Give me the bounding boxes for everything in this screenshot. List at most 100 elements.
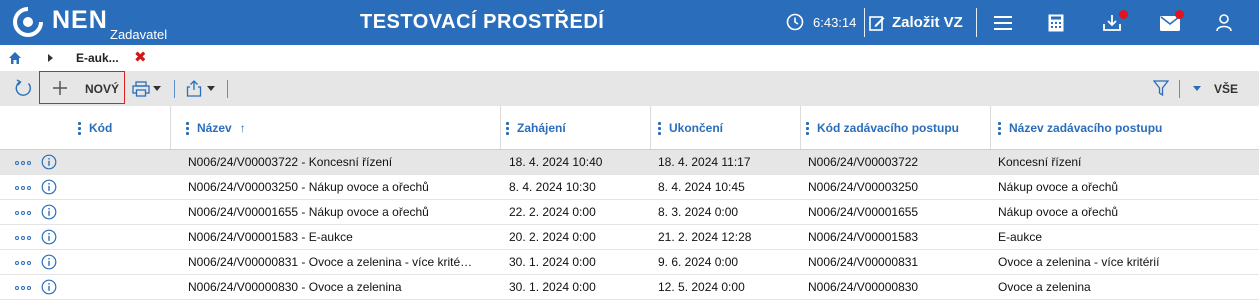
column-header-nazev[interactable]: Název ↑ (186, 106, 246, 150)
cell-nazev-postupu: Nákup ovoce a ořechů (998, 205, 1119, 219)
cell-kod-postupu: N006/24/V00003250 (808, 180, 919, 194)
info-icon[interactable] (41, 279, 57, 295)
close-tab-icon[interactable]: ✖ (134, 48, 147, 66)
divider (976, 8, 977, 37)
column-header-kod-postupu[interactable]: Kód zadávacího postupu (806, 106, 959, 150)
menu-icon (994, 16, 1012, 30)
table-header: Kód Název ↑ Zahájení Ukončení Kód zadáva… (0, 106, 1259, 150)
chevron-down-icon (1193, 86, 1201, 91)
cell-kod-postupu: N006/24/V00001655 (808, 205, 919, 219)
calculator-button[interactable] (1043, 10, 1069, 36)
new-button[interactable]: NOVÝ (39, 71, 125, 104)
table-row[interactable]: N006/24/V00001583 - E-aukce 20. 2. 2024 0… (0, 225, 1259, 250)
cell-nazev: N006/24/V00003250 - Nákup ovoce a ořechů (188, 180, 429, 194)
new-button-label: NOVÝ (85, 82, 120, 96)
info-icon[interactable] (41, 229, 57, 245)
home-icon[interactable] (8, 51, 22, 65)
column-header-ukonceni[interactable]: Ukončení (658, 106, 723, 150)
column-menu-icon[interactable] (78, 121, 81, 135)
column-header-label: Ukončení (669, 121, 724, 135)
filter-icon (1153, 80, 1169, 97)
top-bar: NEN Zadavatel TESTOVACÍ PROSTŘEDÍ 6:43:1… (0, 0, 1259, 45)
column-header-label: Název (197, 121, 232, 135)
sort-ascending-icon: ↑ (239, 121, 246, 135)
user-button[interactable] (1211, 10, 1237, 36)
info-icon[interactable] (41, 254, 57, 270)
cell-kod-postupu: N006/24/V00000831 (808, 255, 919, 269)
cell-zahajeni: 30. 1. 2024 0:00 (509, 255, 596, 269)
cell-kod-postupu: N006/24/V00001583 (808, 230, 919, 244)
table-row[interactable]: N006/24/V00001655 - Nákup ovoce a ořechů… (0, 200, 1259, 225)
cell-zahajeni: 8. 4. 2024 10:30 (509, 180, 596, 194)
brand-title: NEN (52, 6, 108, 34)
row-actions-icon[interactable] (15, 186, 31, 190)
column-divider (500, 106, 501, 150)
row-actions-icon[interactable] (15, 211, 31, 215)
toolbar-divider (227, 80, 228, 98)
edit-icon (869, 15, 885, 31)
row-actions-icon[interactable] (15, 286, 31, 290)
column-menu-icon[interactable] (658, 121, 661, 135)
breadcrumb-arrow-icon (48, 54, 53, 62)
column-header-zahajeni[interactable]: Zahájení (506, 106, 566, 150)
toolbar: VŠE (0, 71, 1259, 106)
cell-nazev: N006/24/V00001583 - E-aukce (188, 230, 353, 244)
cell-nazev: N006/24/V00003722 - Koncesní řízení (188, 155, 393, 169)
row-actions-icon[interactable] (15, 236, 31, 240)
column-divider (170, 106, 171, 150)
info-icon[interactable] (41, 204, 57, 220)
row-actions-icon[interactable] (15, 161, 31, 165)
cell-nazev: N006/24/V00000830 - Ovoce a zelenina (188, 280, 402, 294)
cell-zahajeni: 18. 4. 2024 10:40 (509, 155, 603, 169)
cell-ukonceni: 12. 5. 2024 0:00 (658, 280, 745, 294)
column-menu-icon[interactable] (806, 121, 809, 135)
column-header-nazev-postupu[interactable]: Název zadávacího postupu (998, 106, 1162, 150)
refresh-button[interactable] (14, 71, 33, 106)
column-divider (800, 106, 801, 150)
print-button[interactable] (132, 71, 161, 106)
column-header-label: Název zadávacího postupu (1009, 121, 1163, 135)
filter-scope-dropdown[interactable] (1193, 71, 1201, 106)
table-row[interactable]: N006/24/V00000830 - Ovoce a zelenina 30. … (0, 275, 1259, 300)
cell-nazev: N006/24/V00000831 - Ovoce a zelenina - v… (188, 255, 473, 269)
nen-logo-icon[interactable] (12, 6, 44, 38)
table-row[interactable]: N006/24/V00003722 - Koncesní řízení 18. 4… (0, 150, 1259, 175)
download-icon (1103, 15, 1121, 31)
notification-dot (1175, 10, 1184, 19)
cell-kod-postupu: N006/24/V00000830 (808, 280, 919, 294)
filter-scope-label[interactable]: VŠE (1214, 82, 1238, 96)
tab-e-aukce[interactable]: E-auk... (76, 51, 119, 65)
cell-ukonceni: 21. 2. 2024 12:28 (658, 230, 752, 244)
column-menu-icon[interactable] (186, 121, 189, 135)
user-icon (1216, 14, 1232, 32)
export-button[interactable] (186, 71, 215, 106)
info-icon[interactable] (41, 179, 57, 195)
mail-button[interactable] (1157, 10, 1184, 36)
create-vz-button[interactable]: Založit VZ (868, 8, 963, 37)
cell-nazev-postupu: Ovoce a zelenina - více kritérií (998, 255, 1160, 269)
session-clock: 6:43:14 (813, 15, 857, 30)
cell-zahajeni: 20. 2. 2024 0:00 (509, 230, 596, 244)
row-actions-icon[interactable] (15, 261, 31, 265)
column-header-label: Kód (89, 121, 113, 135)
column-menu-icon[interactable] (506, 121, 509, 135)
clock-icon (786, 13, 804, 31)
brand-subtitle: Zadavatel (110, 27, 168, 42)
table-row[interactable]: N006/24/V00003250 - Nákup ovoce a ořechů… (0, 175, 1259, 200)
toolbar-divider (1179, 80, 1180, 98)
cell-nazev-postupu: E-aukce (998, 230, 1043, 244)
print-icon (132, 80, 150, 97)
cell-ukonceni: 8. 3. 2024 0:00 (658, 205, 739, 219)
cell-nazev-postupu: Koncesní řízení (998, 155, 1082, 169)
menu-button[interactable] (990, 10, 1016, 36)
cell-zahajeni: 30. 1. 2024 0:00 (509, 280, 596, 294)
column-menu-icon[interactable] (998, 121, 1001, 135)
filter-button[interactable] (1153, 71, 1169, 106)
cell-nazev-postupu: Nákup ovoce a ořechů (998, 180, 1119, 194)
create-vz-label: Založit VZ (892, 14, 963, 31)
table-row[interactable]: N006/24/V00000831 - Ovoce a zelenina - v… (0, 250, 1259, 275)
environment-title: TESTOVACÍ PROSTŘEDÍ (360, 11, 605, 33)
column-header-kod[interactable]: Kód (78, 106, 112, 150)
info-icon[interactable] (41, 154, 57, 170)
download-button[interactable] (1099, 10, 1128, 36)
